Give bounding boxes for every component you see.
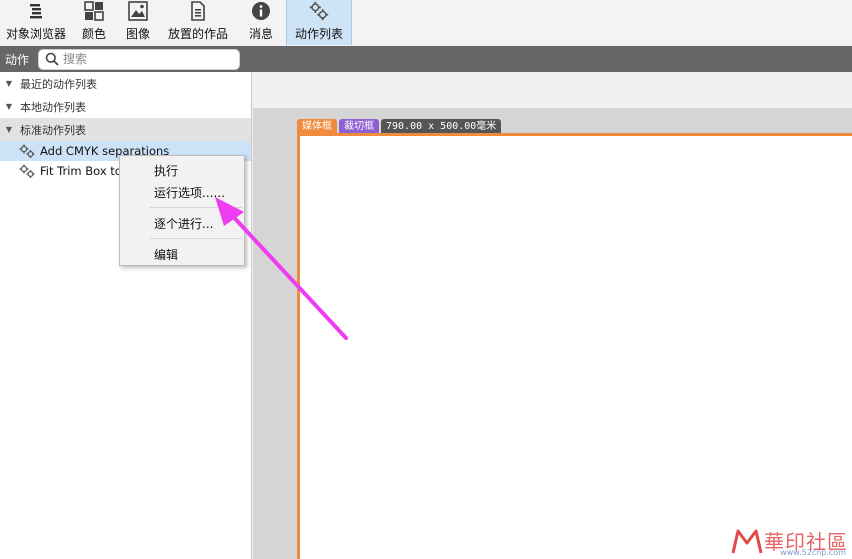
logo-icon [731,529,763,554]
toolbar-label: 放置的作品 [167,27,228,41]
main-toolbar: 对象浏览器 颜色 图像 放置的作品 消息 动作列表 [0,0,852,45]
menu-item-run-options[interactable]: 运行选项...... [154,184,225,201]
tab-media-box[interactable]: 媒体框 [297,119,337,134]
menu-separator [150,207,242,208]
search-icon [45,52,59,66]
menu-item-step-through[interactable]: 逐个进行... [154,215,213,232]
menu-separator [150,238,242,239]
menu-item-edit[interactable]: 编辑 [154,246,178,263]
color-grid-icon [83,0,105,22]
action-list-panel: ▼ 最近的动作列表 ▼ 本地动作列表 ▼ 标准动作列表 Add CMYK sep… [0,72,252,559]
search-box[interactable] [38,48,240,70]
watermark: 華印社區 www.52cnp.com [730,525,848,557]
toolbar-label: 对象浏览器 [6,27,67,41]
tree-group-label: 最近的动作列表 [20,77,97,91]
expand-triangle-icon[interactable]: ▼ [2,125,16,134]
document-view: 媒体框 裁切框 790.00 x 500.00毫米 [253,72,852,559]
tree-group-local[interactable]: ▼ 本地动作列表 [0,95,251,118]
toolbar-color[interactable]: 颜色 [72,0,116,45]
search-input[interactable] [63,52,223,66]
action-item-label: Fit Trim Box to [40,164,122,178]
document-header-strip [253,72,852,108]
toolbar-messages[interactable]: 消息 [236,0,286,45]
tree-group-standard[interactable]: ▼ 标准动作列表 [0,118,251,141]
info-icon [250,0,272,22]
placed-document-icon [187,0,209,22]
tree-group-recent[interactable]: ▼ 最近的动作列表 [0,72,251,95]
actions-section-bar: 动作 [0,46,852,72]
gear-icon [19,144,35,158]
page-dimensions: 790.00 x 500.00毫米 [381,119,502,134]
menu-item-execute[interactable]: 执行 [154,162,178,179]
toolbar-label: 消息 [248,27,273,41]
expand-triangle-icon[interactable]: ▼ [2,102,16,111]
toolbar-label: 图像 [125,27,150,41]
toolbar-object-browser[interactable]: 对象浏览器 [0,0,72,45]
tree-group-label: 本地动作列表 [20,100,86,114]
toolbar-label: 颜色 [81,27,106,41]
toolbar-image[interactable]: 图像 [116,0,160,45]
watermark-url: www.52cnp.com [780,548,846,557]
object-browser-icon [25,0,47,22]
toolbar-placed-documents[interactable]: 放置的作品 [160,0,236,45]
toolbar-action-list[interactable]: 动作列表 [286,0,352,45]
image-icon [127,0,149,22]
page-canvas[interactable] [297,133,852,559]
section-title: 动作 [5,52,30,67]
box-tabs: 媒体框 裁切框 790.00 x 500.00毫米 [297,119,503,134]
gears-icon [308,0,330,22]
context-menu: 执行 运行选项...... 逐个进行... 编辑 [119,155,245,266]
tab-trim-box[interactable]: 裁切框 [339,119,379,134]
expand-triangle-icon[interactable]: ▼ [2,79,16,88]
toolbar-label: 动作列表 [294,27,343,41]
tree-group-label: 标准动作列表 [20,123,86,137]
gear-icon [19,164,35,178]
